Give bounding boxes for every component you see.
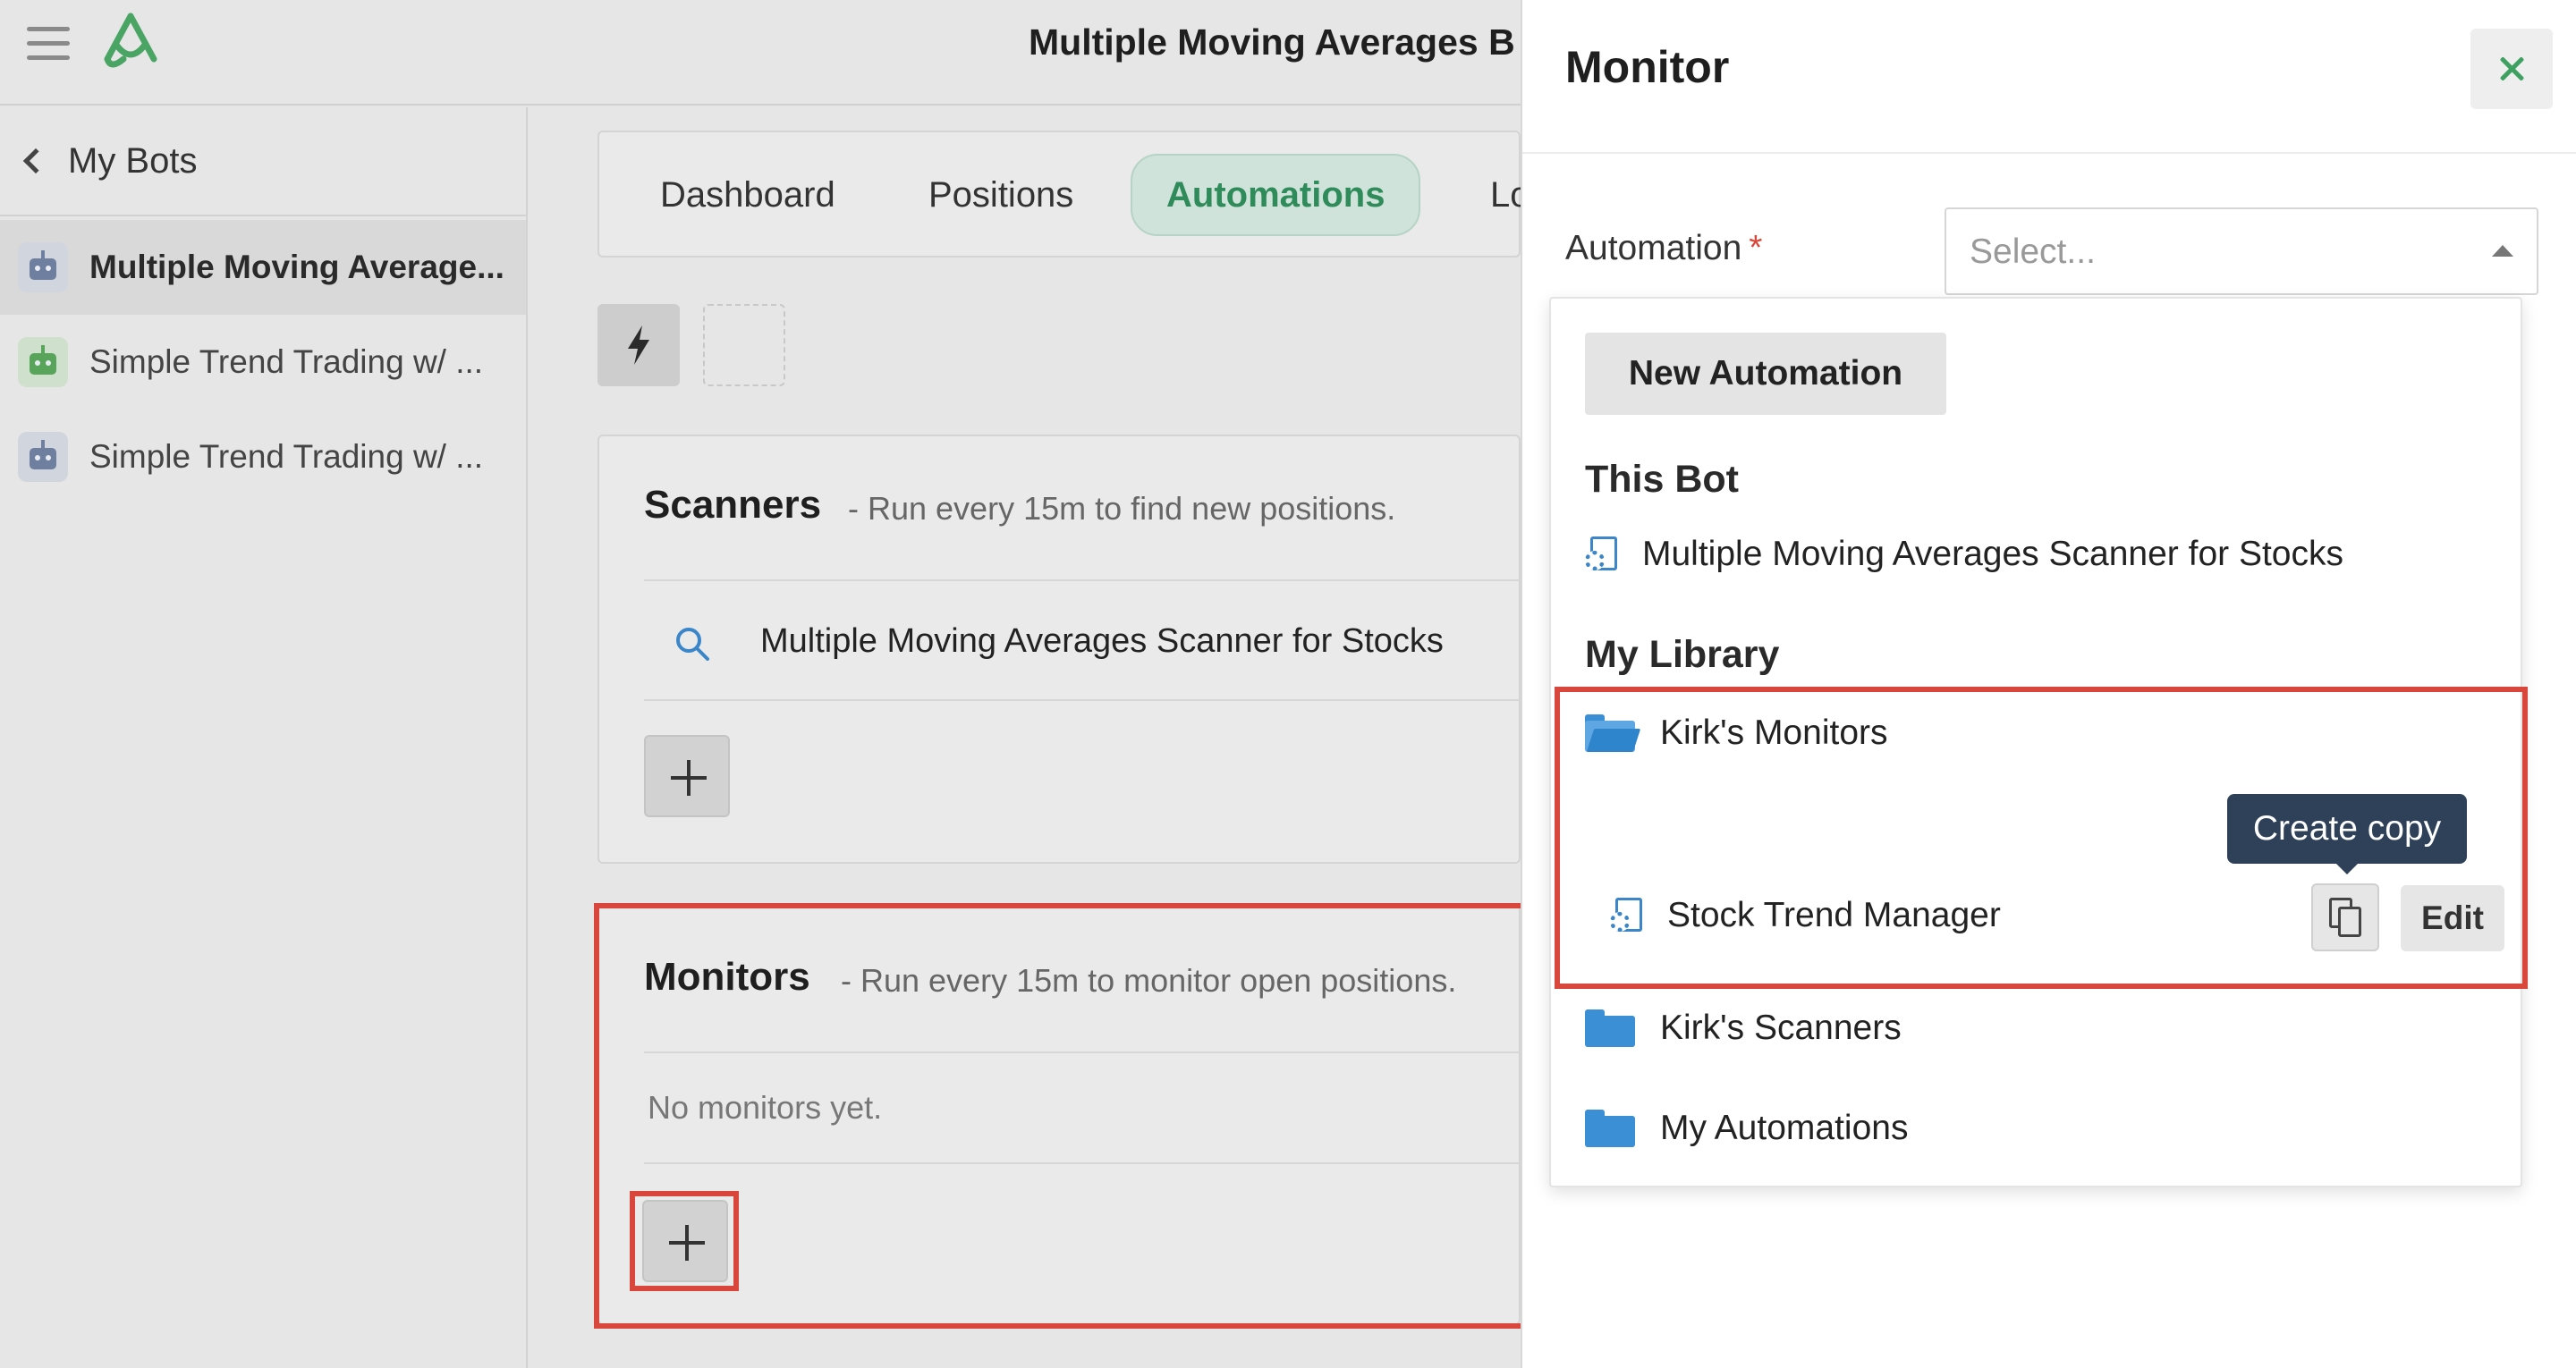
scanner-item[interactable]: Multiple Moving Averages Scanner for Sto… [760, 622, 1444, 661]
sidebar-bot-item[interactable]: Multiple Moving Average... [0, 220, 526, 315]
folder-my-automations[interactable]: My Automations [1585, 1109, 1908, 1148]
scanners-title: Scanners [644, 483, 822, 527]
caret-up-icon [2492, 245, 2513, 257]
automation-select[interactable]: Select... [1945, 207, 2538, 295]
library-highlight [1555, 687, 2528, 989]
new-automation-button[interactable]: New Automation [1585, 333, 1946, 415]
lightning-icon [628, 325, 649, 365]
panel-title: Monitor [1565, 42, 1730, 92]
robot-icon [18, 432, 68, 482]
top-bar: Multiple Moving Averages B [0, 0, 1521, 106]
search-icon [676, 628, 709, 661]
bot-label: Simple Trend Trading w/ ... [89, 343, 484, 380]
panel-header: Monitor [1522, 0, 2576, 154]
add-monitor-highlight [630, 1191, 739, 1291]
plus-icon [671, 760, 707, 796]
folder-icon [1585, 1009, 1635, 1047]
this-bot-automation-item[interactable]: Multiple Moving Averages Scanner for Sto… [1585, 535, 2343, 574]
automation-field-label: Automation * [1565, 229, 1763, 267]
bot-label: Simple Trend Trading w/ ... [89, 438, 484, 475]
close-icon[interactable] [2470, 29, 2553, 109]
robot-icon [18, 337, 68, 387]
sidebar: My Bots Multiple Moving Average... Simpl… [0, 107, 528, 1368]
back-to-my-bots[interactable]: My Bots [0, 107, 526, 216]
plus-icon [731, 332, 758, 359]
tab-dashboard[interactable]: Dashboard [660, 154, 835, 236]
chevron-left-icon [22, 148, 49, 174]
tabs-bar: Dashboard Positions Automations Lo [597, 131, 1521, 258]
scanners-card: Scanners - Run every 15m to find new pos… [597, 435, 1521, 864]
required-mark: * [1749, 229, 1763, 267]
sidebar-bot-item[interactable]: Simple Trend Trading w/ ... [0, 315, 526, 410]
sidebar-bot-item[interactable]: Simple Trend Trading w/ ... [0, 410, 526, 504]
tab-positions[interactable]: Positions [928, 154, 1073, 236]
page-title: Multiple Moving Averages B [1029, 21, 1515, 63]
this-bot-group-title: This Bot [1585, 458, 1739, 501]
back-label: My Bots [68, 140, 198, 181]
run-automations-button[interactable] [597, 304, 680, 386]
tab-automations[interactable]: Automations [1131, 154, 1421, 236]
add-automation-button[interactable] [703, 304, 785, 386]
robot-icon [18, 242, 68, 292]
folder-kirks-scanners[interactable]: Kirk's Scanners [1585, 1009, 1902, 1048]
add-scanner-button[interactable] [644, 735, 730, 817]
app-logo-icon[interactable] [97, 9, 165, 73]
menu-icon[interactable] [27, 25, 70, 61]
folder-icon [1585, 1110, 1635, 1147]
bot-label: Multiple Moving Average... [89, 249, 504, 285]
automation-file-icon [1585, 535, 1621, 574]
tab-logs[interactable]: Lo [1490, 154, 1521, 236]
select-placeholder: Select... [1970, 232, 2096, 271]
my-library-group-title: My Library [1585, 633, 1780, 676]
scanners-subtitle: - Run every 15m to find new positions. [848, 490, 1396, 527]
